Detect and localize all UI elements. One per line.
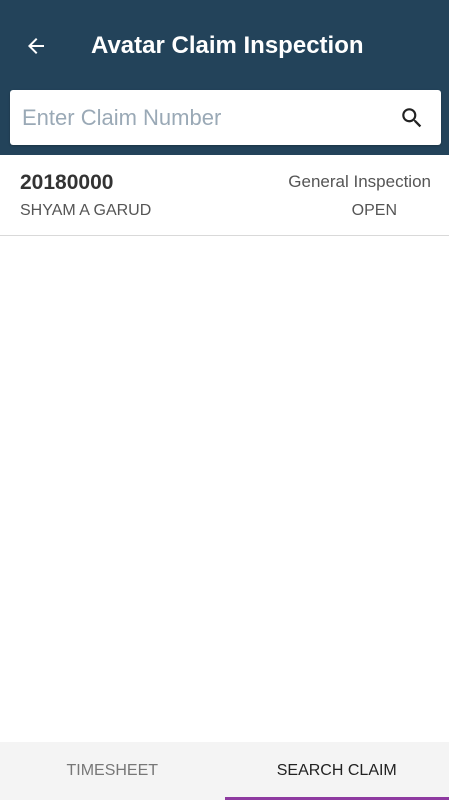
claim-list-item[interactable]: 20180000 SHYAM A GARUD General Inspectio… bbox=[0, 155, 449, 236]
search-icon bbox=[402, 108, 422, 128]
search-bar bbox=[10, 90, 441, 145]
tab-timesheet-label: TIMESHEET bbox=[66, 762, 159, 779]
app-bar: Avatar Claim Inspection bbox=[0, 0, 449, 155]
page-title: Avatar Claim Inspection bbox=[91, 32, 364, 59]
claim-status: OPEN bbox=[351, 202, 397, 219]
bottom-navigation: TIMESHEET SEARCH CLAIM bbox=[0, 742, 449, 800]
claimant-name: SHYAM A GARUD bbox=[20, 202, 152, 219]
tab-timesheet[interactable]: TIMESHEET bbox=[0, 742, 225, 800]
tab-search-claim-label: SEARCH CLAIM bbox=[276, 762, 397, 779]
tab-search-claim[interactable]: SEARCH CLAIM bbox=[224, 742, 449, 800]
back-button[interactable] bbox=[16, 26, 56, 66]
arrow-left-icon bbox=[28, 38, 44, 54]
claim-number-search-input[interactable] bbox=[22, 90, 372, 145]
claim-number: 20180000 bbox=[20, 171, 114, 194]
inspection-type: General Inspection bbox=[288, 172, 431, 191]
search-button[interactable] bbox=[397, 103, 427, 133]
app-screen: Avatar Claim Inspection 20180000 SHYAM A… bbox=[0, 0, 449, 800]
